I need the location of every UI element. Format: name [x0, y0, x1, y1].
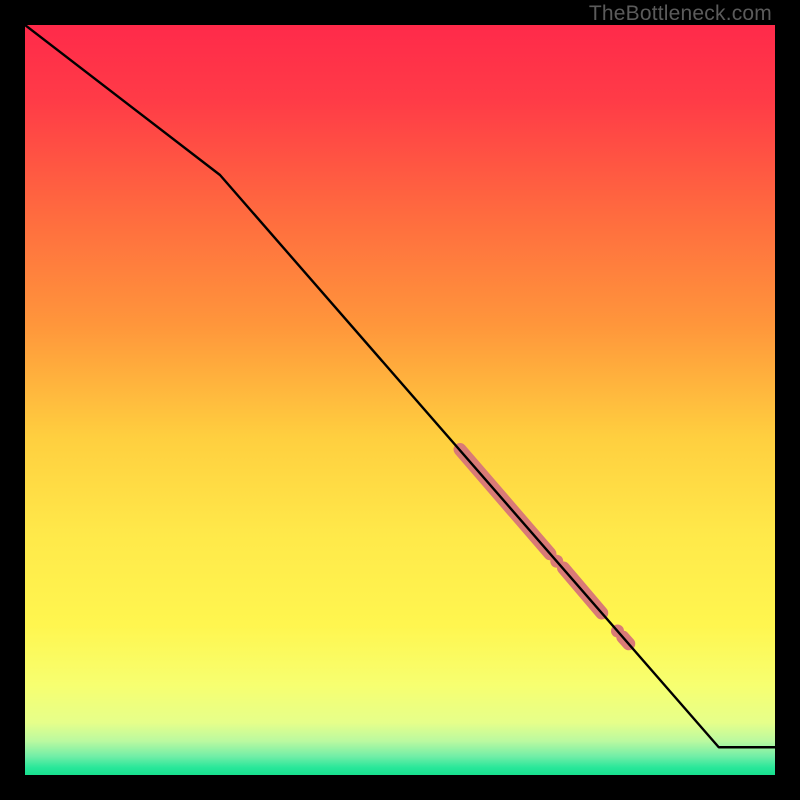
watermark-text: TheBottleneck.com [589, 2, 772, 26]
chart-stage: TheBottleneck.com [0, 0, 800, 800]
plot-area [25, 25, 775, 775]
curve-layer [25, 25, 775, 775]
main-curve [25, 25, 775, 747]
